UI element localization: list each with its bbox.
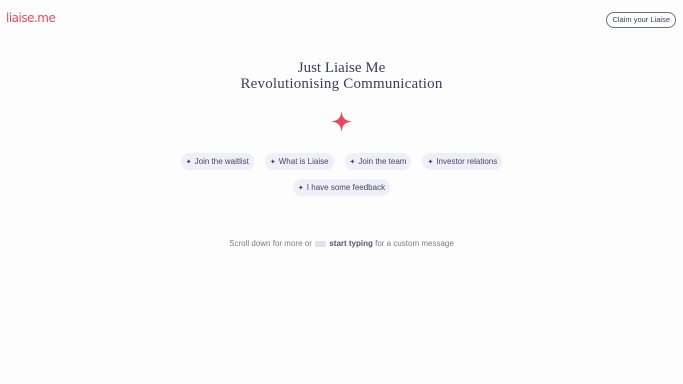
quick-actions-row-2: ✦ I have some feedback xyxy=(0,179,683,196)
sparkle-icon xyxy=(331,111,352,132)
hint-prefix: Scroll down for more or xyxy=(229,239,312,248)
chip-label: Investor relations xyxy=(436,157,498,166)
keyboard-icon xyxy=(315,240,327,247)
chip-label: Join the team xyxy=(358,157,407,166)
star-icon: ✦ xyxy=(269,158,276,166)
chip-label: Join the waitlist xyxy=(194,157,249,166)
hero-title: Just Liaise Me xyxy=(297,60,386,76)
hero-subtitle: Revolutionising Communication xyxy=(240,76,443,92)
star-icon: ✦ xyxy=(185,158,192,166)
star-icon: ✦ xyxy=(427,158,434,166)
hero-heading: Just Liaise Me Revolutionising Communica… xyxy=(0,60,683,92)
star-icon: ✦ xyxy=(349,158,356,166)
chip-what-is-liaise[interactable]: ✦ What is Liaise xyxy=(264,153,334,170)
star-icon: ✦ xyxy=(297,184,304,192)
claim-liaise-button[interactable]: Claim your Liaise xyxy=(606,12,676,28)
chip-investor-relations[interactable]: ✦ Investor relations xyxy=(422,153,503,170)
chip-feedback[interactable]: ✦ I have some feedback xyxy=(292,179,391,196)
scroll-hint: Scroll down for more or start typing for… xyxy=(0,239,683,248)
hint-action: start typing xyxy=(329,239,373,248)
chip-join-team[interactable]: ✦ Join the team xyxy=(344,153,412,170)
chip-label: I have some feedback xyxy=(306,183,386,192)
chip-join-waitlist[interactable]: ✦ Join the waitlist xyxy=(180,153,254,170)
chip-label: What is Liaise xyxy=(278,157,329,166)
page: liaise.me Claim your Liaise Just Liaise … xyxy=(0,0,683,384)
logo[interactable]: liaise.me xyxy=(6,11,56,25)
quick-actions-row-1: ✦ Join the waitlist ✦ What is Liaise ✦ J… xyxy=(0,153,683,170)
hint-suffix: for a custom message xyxy=(375,239,454,248)
